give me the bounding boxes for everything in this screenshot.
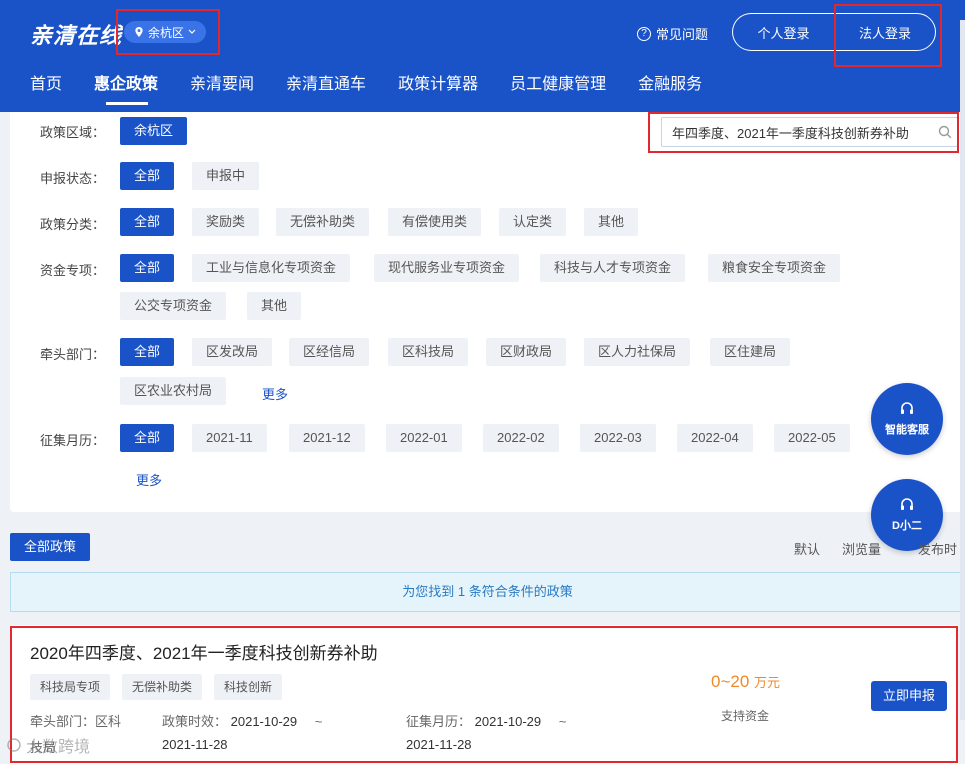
support-amount: 0~20 万元: [711, 672, 780, 692]
policy-search-box: [661, 117, 958, 147]
headset-icon: [901, 498, 913, 510]
filter-label-category: 政策分类：: [40, 217, 106, 232]
main-nav: 首页 惠企政策 亲清要闻 亲清直通车 政策计算器 员工健康管理 金融服务: [0, 70, 704, 110]
filter-dept-more[interactable]: 更多: [262, 384, 288, 403]
all-policies-tab[interactable]: 全部政策: [10, 533, 91, 561]
nav-news[interactable]: 亲清要闻: [190, 70, 256, 110]
chevron-down-icon: [188, 29, 196, 34]
policy-tag: 科技局专项: [30, 674, 111, 700]
policy-tag: 无偿补助类: [122, 674, 203, 700]
legal-login-button[interactable]: 法人登录: [834, 13, 936, 51]
filter-month-2022-01[interactable]: 2022-01: [386, 424, 462, 452]
sort-publish-time[interactable]: 发布时: [918, 539, 957, 558]
search-input[interactable]: [672, 124, 934, 140]
filter-label-fund: 资金专项：: [40, 263, 106, 278]
policy-dept-line1: 牵头部门：区科: [30, 714, 122, 729]
validity-start: 2021-10-29: [230, 714, 298, 729]
question-icon: ?: [637, 26, 651, 41]
filter-category-all[interactable]: 全部: [120, 208, 175, 236]
filter-fund-tech-talent[interactable]: 科技与人才专项资金: [540, 254, 686, 282]
filter-fund-transit[interactable]: 公交专项资金: [120, 292, 227, 320]
filter-dept-drc[interactable]: 区发改局: [192, 338, 273, 366]
validity-label: 政策时效：: [162, 714, 228, 729]
nav-employee-health[interactable]: 员工健康管理: [510, 70, 608, 110]
filter-category-reward[interactable]: 奖励类: [192, 208, 260, 236]
region-label: 余杭区: [148, 25, 185, 40]
filter-panel: 政策区域： 余杭区 申报状态： 全部 申报中 政策分类： 全部 奖励类 无偿补助…: [10, 112, 965, 512]
collect-start: 2021-10-29: [474, 714, 542, 729]
region-selector[interactable]: 余杭区: [124, 21, 207, 43]
filter-month-all[interactable]: 全部: [120, 424, 175, 452]
filter-category-paid[interactable]: 有偿使用类: [388, 208, 482, 236]
validity-sep: ~: [314, 714, 323, 729]
location-pin-icon: [135, 27, 143, 37]
filter-dept-economy[interactable]: 区经信局: [289, 338, 370, 366]
filter-status-all[interactable]: 全部: [120, 162, 175, 190]
filter-label-month: 征集月历：: [40, 433, 106, 448]
amount-unit: 万元: [754, 675, 781, 690]
filter-category-certify[interactable]: 认定类: [499, 208, 567, 236]
filter-month-2022-03[interactable]: 2022-03: [580, 424, 656, 452]
filter-region-yuhang[interactable]: 余杭区: [120, 117, 188, 145]
filter-category-grant[interactable]: 无偿补助类: [276, 208, 370, 236]
amount-label: 支持资金: [721, 709, 770, 723]
watermark-text: 大数跨境: [26, 739, 91, 756]
filter-month-2021-12[interactable]: 2021-12: [289, 424, 365, 452]
result-summary: 为您找到 1 条符合条件的政策: [10, 572, 965, 612]
filter-fund-industry[interactable]: 工业与信息化专项资金: [192, 254, 351, 282]
filter-label-status: 申报状态：: [40, 171, 106, 186]
collect-sep: ~: [558, 714, 567, 729]
assistant-label: D小二: [892, 520, 922, 532]
filter-dept-hr[interactable]: 区人力社保局: [584, 338, 691, 366]
validity-end: 2021-11-28: [162, 737, 228, 752]
policy-tag: 科技创新: [214, 674, 283, 700]
nav-policy-calculator[interactable]: 政策计算器: [398, 70, 480, 110]
filter-fund-grain[interactable]: 粮食安全专项资金: [708, 254, 841, 282]
filter-fund-all[interactable]: 全部: [120, 254, 175, 282]
top-header: 亲清在线 余杭区 ? 常见问题 个人登录 法人登录 首页 惠企政策 亲清要闻 亲…: [0, 0, 965, 112]
filter-fund-service[interactable]: 现代服务业专项资金: [374, 254, 520, 282]
collect-label: 征集月历：: [406, 714, 472, 729]
sort-views[interactable]: 浏览量: [842, 539, 881, 558]
filter-month-2021-11[interactable]: 2021-11: [192, 424, 267, 452]
nav-home[interactable]: 首页: [30, 70, 64, 110]
filter-status-open[interactable]: 申报中: [192, 162, 260, 190]
filter-dept-housing[interactable]: 区住建局: [710, 338, 791, 366]
policy-collect: 征集月历： 2021-10-29 ~: [406, 711, 566, 730]
nav-direct-service[interactable]: 亲清直通车: [286, 70, 368, 110]
watermark: 大数跨境: [6, 733, 90, 757]
search-icon[interactable]: [938, 125, 952, 139]
filter-month-2022-04[interactable]: 2022-04: [677, 424, 753, 452]
filter-dept-all[interactable]: 全部: [120, 338, 175, 366]
filter-fund-other[interactable]: 其他: [247, 292, 302, 320]
filter-category-other[interactable]: 其他: [584, 208, 639, 236]
collect-end: 2021-11-28: [406, 737, 472, 752]
faq-label: 常见问题: [656, 27, 709, 42]
nav-finance[interactable]: 金融服务: [638, 70, 704, 110]
filter-month-2022-02[interactable]: 2022-02: [483, 424, 559, 452]
smart-service-button[interactable]: 智能客服: [871, 383, 943, 455]
filter-month-2022-05[interactable]: 2022-05: [774, 424, 850, 452]
filter-dept-tech[interactable]: 区科技局: [388, 338, 469, 366]
policy-title[interactable]: 2020年四季度、2021年一季度科技创新券补助: [30, 639, 378, 664]
sort-default[interactable]: 默认: [794, 539, 820, 558]
filter-label-region: 政策区域：: [40, 125, 106, 140]
nav-policies[interactable]: 惠企政策: [94, 70, 160, 110]
policy-validity: 政策时效： 2021-10-29 ~: [162, 711, 322, 730]
filter-month-more[interactable]: 更多: [136, 470, 162, 489]
watermark-logo-icon: [7, 738, 21, 752]
scrollbar[interactable]: [960, 20, 965, 720]
personal-login-button[interactable]: 个人登录: [732, 13, 834, 51]
headset-icon: [901, 402, 913, 414]
policy-card: 2020年四季度、2021年一季度科技创新券补助 科技局专项 无偿补助类 科技创…: [10, 625, 958, 764]
filter-label-dept: 牵头部门：: [40, 347, 106, 362]
smart-service-label: 智能客服: [885, 424, 929, 436]
apply-now-button[interactable]: 立即申报: [871, 681, 948, 711]
faq-link[interactable]: ? 常见问题: [637, 24, 708, 43]
filter-dept-finance[interactable]: 区财政局: [486, 338, 567, 366]
site-logo[interactable]: 亲清在线: [30, 18, 122, 50]
filter-dept-agriculture[interactable]: 区农业农村局: [120, 377, 227, 405]
amount-value: 0~20: [711, 672, 750, 691]
